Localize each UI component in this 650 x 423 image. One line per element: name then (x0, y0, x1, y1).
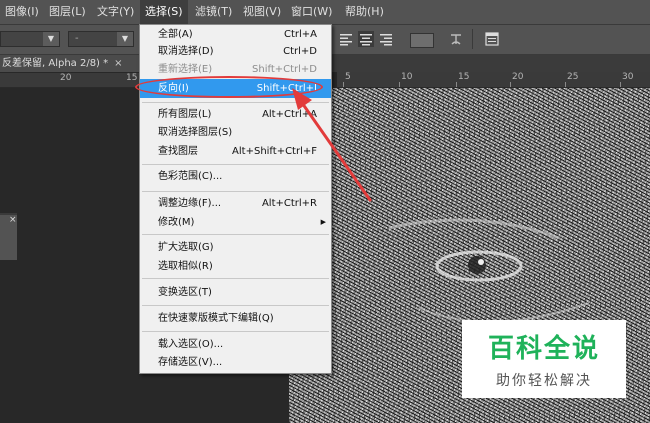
watermark-title: 百科全说 (487, 334, 600, 364)
watermark-logo: 百科全说 助你轻松解决 (462, 320, 626, 398)
watermark-subtitle: 助你轻松解决 (496, 373, 592, 389)
